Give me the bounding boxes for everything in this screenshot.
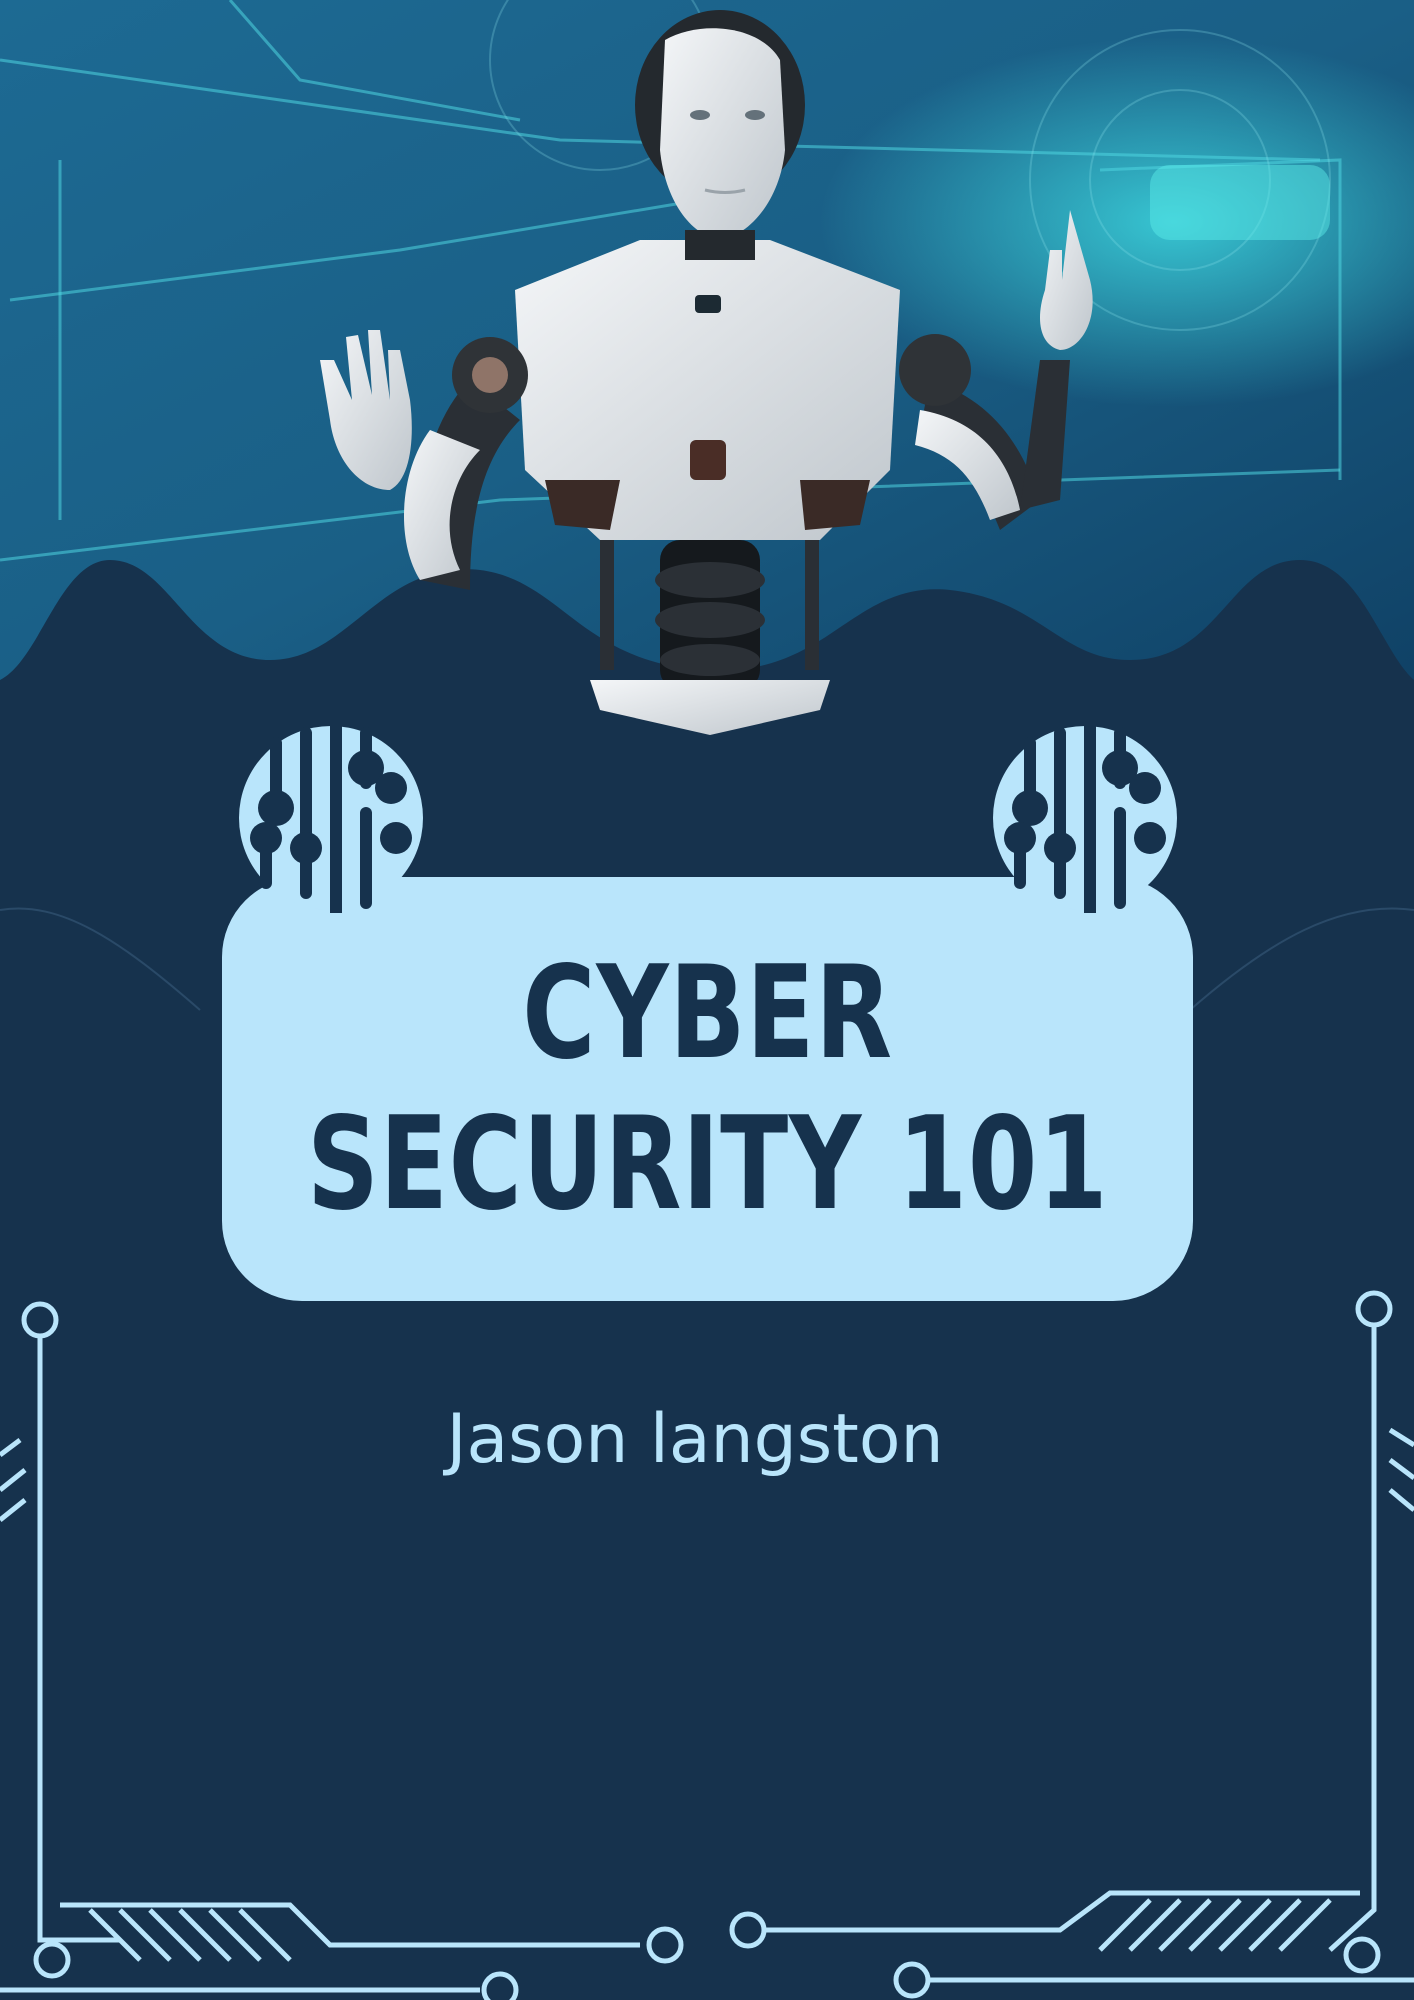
title-card: CYBER SECURITY 101: [222, 877, 1193, 1301]
cover-page: CYBER SECURITY 101 Jason langston: [0, 0, 1414, 2000]
circuit-chip-icon-left: [239, 723, 423, 913]
circuit-board-border: [0, 1290, 1414, 2000]
title-line-1: CYBER: [522, 938, 893, 1088]
hero-robot-image: [0, 0, 1414, 740]
circuit-chip-icon-right: [993, 723, 1177, 913]
title-line-2: SECURITY 101: [306, 1090, 1109, 1239]
